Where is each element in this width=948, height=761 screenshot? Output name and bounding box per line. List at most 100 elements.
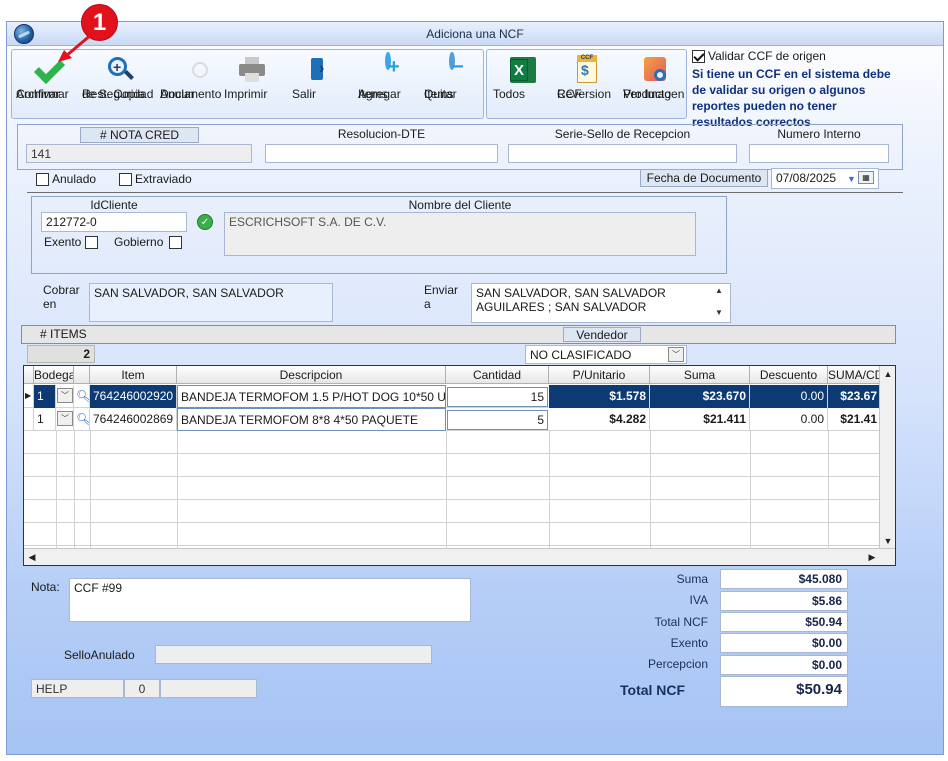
imprimir-button[interactable]: Imprimir bbox=[224, 52, 280, 118]
status-extra bbox=[160, 679, 257, 698]
chevron-down-icon[interactable]: ﹀ bbox=[57, 411, 73, 426]
validar-note: Si tiene un CCF en el sistema debe de va… bbox=[692, 67, 891, 129]
suma-label: Suma bbox=[676, 572, 708, 586]
cobrar-label: Cobrar en bbox=[43, 283, 80, 311]
calendar-icon[interactable]: ▦ bbox=[858, 171, 874, 184]
items-label: # ITEMS bbox=[40, 327, 87, 341]
grand-total-value: $50.94 bbox=[720, 676, 848, 707]
iva-value: $5.86 bbox=[720, 591, 848, 611]
agregar-items-button[interactable]: + Agregar Items bbox=[358, 52, 418, 118]
suma-value: $45.080 bbox=[720, 569, 848, 589]
table-row[interactable] bbox=[24, 523, 895, 546]
resolucion-field[interactable] bbox=[265, 144, 498, 163]
table-row[interactable] bbox=[24, 431, 895, 454]
numero-interno-label: Numero Interno bbox=[777, 127, 861, 141]
chevron-down-icon[interactable]: ﹀ bbox=[668, 347, 684, 362]
col-bodega[interactable]: Bodega bbox=[34, 366, 74, 384]
grid-vertical-scrollbar[interactable]: ▲ ▼ bbox=[879, 366, 895, 549]
table-row[interactable] bbox=[24, 500, 895, 523]
plus-circle-icon: + bbox=[385, 52, 400, 78]
separator-line bbox=[27, 192, 903, 193]
exento-checkbox[interactable] bbox=[85, 236, 98, 249]
col-sumacd[interactable]: SUMA/CD bbox=[828, 366, 881, 384]
table-row[interactable]: 1 ﹀ 🔍︎ 764246002869 BANDEJA TERMOFOM 8*8… bbox=[24, 408, 895, 431]
vendedor-label: Vendedor bbox=[563, 327, 641, 342]
table-row[interactable] bbox=[24, 477, 895, 500]
gobierno-label: Gobierno bbox=[114, 235, 164, 249]
enviar-label: Enviar a bbox=[424, 283, 459, 311]
search-icon[interactable]: 🔍︎ bbox=[74, 408, 90, 431]
scroll-up-icon[interactable]: ▲ bbox=[715, 286, 723, 295]
annotation-arrow-icon bbox=[58, 32, 93, 62]
items-count: 2 bbox=[27, 345, 95, 363]
scroll-left-icon[interactable]: ◀ bbox=[24, 549, 40, 565]
main-window: Adiciona una NCF Confirmar Archivar + Re… bbox=[6, 21, 944, 755]
items-bar bbox=[21, 325, 896, 344]
col-punitario[interactable]: P/Unitario bbox=[549, 366, 650, 384]
gobierno-checkbox[interactable] bbox=[169, 236, 182, 249]
sello-anulado-label: SelloAnulado bbox=[64, 648, 135, 662]
percepcion-value: $0.00 bbox=[720, 655, 848, 675]
chevron-down-icon[interactable]: ﹀ bbox=[57, 388, 73, 403]
scroll-down-icon[interactable]: ▼ bbox=[880, 533, 895, 549]
chevron-down-icon[interactable]: ▼ bbox=[847, 174, 856, 184]
ccf-reversion-button[interactable]: CCF $ CCF Reversion bbox=[557, 52, 617, 118]
serie-sello-field[interactable] bbox=[508, 144, 737, 163]
grand-total-label: Total NCF bbox=[620, 682, 686, 698]
nota-label: Nota: bbox=[31, 580, 60, 594]
anulado-checkbox[interactable] bbox=[36, 173, 49, 186]
ver-imagen-producto-button[interactable]: Ver Imagen Producto bbox=[623, 52, 687, 118]
exento-total-label: Exento bbox=[670, 636, 708, 650]
validate-client-icon[interactable]: ✓ bbox=[197, 214, 213, 230]
col-descripcion[interactable]: Descripcion bbox=[177, 366, 446, 384]
search-icon[interactable]: 🔍︎ bbox=[74, 385, 90, 408]
row-pointer-icon: ▶ bbox=[24, 385, 34, 408]
nota-cred-field[interactable]: 141 bbox=[26, 144, 252, 163]
status-count: 0 bbox=[124, 679, 160, 698]
scroll-up-icon[interactable]: ▲ bbox=[880, 366, 895, 382]
extraviado-checkbox[interactable] bbox=[119, 173, 132, 186]
nota-cred-label: # NOTA CRED bbox=[80, 127, 199, 143]
col-suma[interactable]: Suma bbox=[650, 366, 750, 384]
cobrar-en-field[interactable]: SAN SALVADOR, SAN SALVADOR bbox=[89, 283, 333, 322]
image-search-icon bbox=[640, 55, 670, 85]
table-row[interactable]: ▶ 1 ﹀ 🔍︎ 764246002920 BANDEJA TERMOFOM 1… bbox=[24, 385, 895, 408]
anulado-label: Anulado bbox=[52, 172, 97, 186]
zoom-in-icon: + bbox=[105, 55, 135, 85]
scroll-down-icon[interactable]: ▼ bbox=[715, 308, 723, 317]
ccf-document-icon: CCF $ bbox=[572, 55, 602, 85]
col-descuento[interactable]: Descuento bbox=[750, 366, 828, 384]
items-grid: Bodega Item Descripcion Cantidad P/Unita… bbox=[23, 365, 896, 566]
minus-circle-icon: − bbox=[449, 52, 464, 78]
title-bar: Adiciona una NCF bbox=[7, 22, 943, 46]
grid-horizontal-scrollbar[interactable]: ◀ ▶ bbox=[24, 548, 895, 565]
numero-interno-field[interactable] bbox=[749, 144, 889, 163]
idcliente-field[interactable]: 212772-0 bbox=[41, 212, 187, 232]
app-globe-icon bbox=[14, 24, 34, 44]
help-status: HELP bbox=[31, 679, 124, 698]
quitar-items-button[interactable]: − Quitar Items bbox=[424, 52, 480, 118]
vendedor-select[interactable]: NO CLASIFICADO bbox=[525, 345, 687, 364]
table-row[interactable] bbox=[24, 454, 895, 477]
sello-anulado-field[interactable] bbox=[155, 645, 432, 664]
nota-field[interactable]: CCF #99 bbox=[69, 578, 471, 622]
col-cantidad[interactable]: Cantidad bbox=[446, 366, 549, 384]
anular-documento-button[interactable]: Anular Documento bbox=[160, 52, 221, 118]
todos-excel-button[interactable]: X Todos bbox=[493, 52, 549, 118]
printer-icon bbox=[237, 55, 267, 85]
exento-total-value: $0.00 bbox=[720, 633, 848, 653]
scroll-right-icon[interactable]: ▶ bbox=[864, 549, 880, 565]
validar-ccf-checkbox[interactable] bbox=[692, 50, 705, 63]
extraviado-label: Extraviado bbox=[135, 172, 192, 186]
total-ncf-label: Total NCF bbox=[654, 615, 708, 629]
serie-sello-label: Serie-Sello de Recepcion bbox=[554, 127, 691, 141]
window-title: Adiciona una NCF bbox=[426, 27, 524, 41]
iva-label: IVA bbox=[689, 593, 708, 607]
nombre-cliente-label: Nombre del Cliente bbox=[408, 198, 512, 212]
enviar-a-field[interactable]: SAN SALVADOR, SAN SALVADOR AGUILARES ; S… bbox=[471, 283, 731, 323]
validar-ccf-label: Validar CCF de origen bbox=[708, 49, 826, 63]
salir-button[interactable]: › Salir bbox=[292, 52, 348, 118]
nombre-cliente-field[interactable]: ESCRICHSOFT S.A. DE C.V. bbox=[224, 212, 696, 256]
total-ncf-value: $50.94 bbox=[720, 612, 848, 632]
col-item[interactable]: Item bbox=[90, 366, 177, 384]
